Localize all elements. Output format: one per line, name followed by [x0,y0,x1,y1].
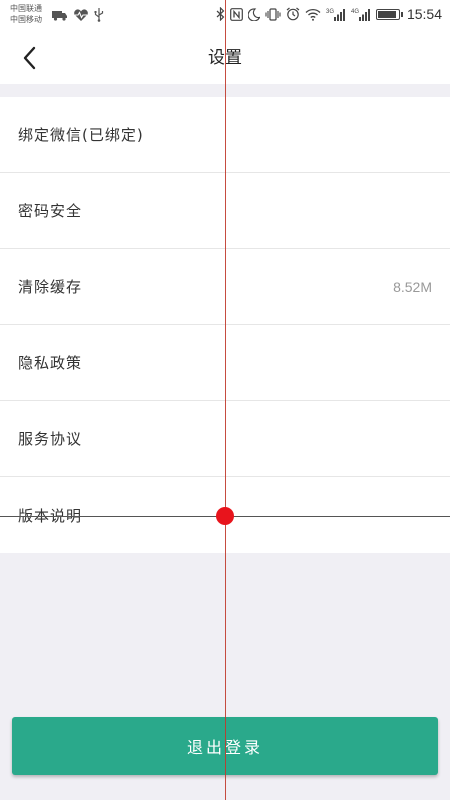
back-button[interactable] [12,40,48,76]
settings-item-label: 清除缓存 [18,278,83,296]
usb-icon [94,7,104,23]
settings-item-label: 隐私政策 [18,354,83,372]
settings-item-label: 服务协议 [18,430,83,448]
battery-fill [377,10,396,18]
wifi-icon [305,6,321,22]
cache-size-value: 8.52M [393,278,432,295]
truck-icon [52,7,68,23]
moon-icon [247,6,260,22]
settings-item-label: 密码安全 [18,202,83,220]
status-right-icons: 3G 4G 15:54 [216,6,442,22]
carrier-1: 中国联通 [10,4,42,13]
carrier-2: 中国移动 [10,15,42,24]
net-4g-label: 4G [351,9,359,15]
tap-marker-dot [216,507,234,525]
carrier-info: 中国联通 中国移动 [10,3,42,25]
heartbeat-icon [73,7,89,23]
alarm-icon [286,6,300,22]
bluetooth-icon [216,6,225,22]
settings-item-label: 绑定微信(已绑定) [18,126,144,144]
chevron-left-icon [23,46,36,70]
battery-icon [375,6,403,22]
net-3g-label: 3G [326,9,334,15]
signal-4g-icon: 4G [351,6,371,22]
vibrate-icon [265,6,281,22]
signal-3g-icon: 3G [326,6,346,22]
status-left-icons [52,7,104,23]
status-time: 15:54 [406,6,442,22]
crosshair-vertical-line [225,0,226,800]
settings-item-label: 版本说明 [18,506,83,525]
nfc-icon [230,6,243,22]
